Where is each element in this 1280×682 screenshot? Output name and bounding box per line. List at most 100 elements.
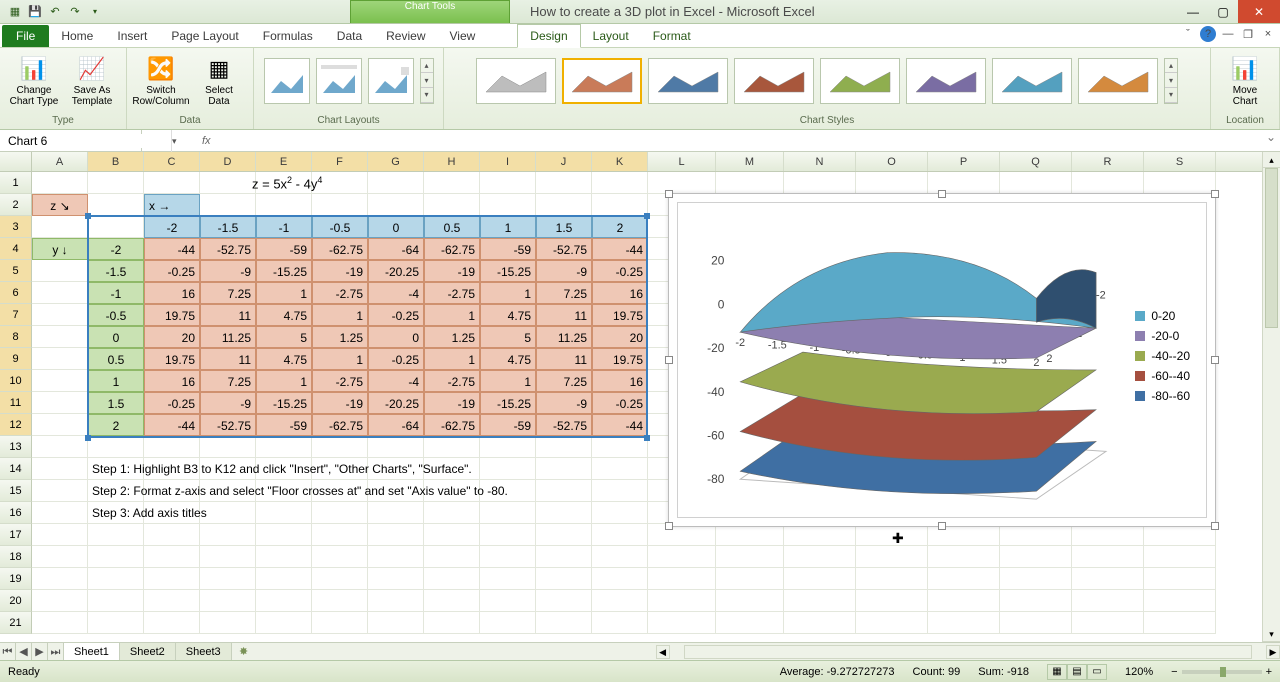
cell[interactable]: 2 bbox=[592, 216, 648, 238]
cell[interactable] bbox=[256, 612, 312, 634]
cell[interactable] bbox=[144, 612, 200, 634]
legend-item[interactable]: -20-0 bbox=[1135, 329, 1190, 343]
scroll-up-icon[interactable]: ▴ bbox=[1263, 152, 1280, 168]
cell[interactable] bbox=[368, 436, 424, 458]
tab-design[interactable]: Design bbox=[517, 24, 580, 48]
cell[interactable] bbox=[784, 524, 856, 546]
cell[interactable] bbox=[592, 172, 648, 194]
cell[interactable] bbox=[424, 502, 480, 524]
column-header[interactable]: G bbox=[368, 152, 424, 171]
cell[interactable]: 0 bbox=[88, 326, 144, 348]
cell[interactable]: -0.25 bbox=[592, 392, 648, 414]
cell[interactable]: -62.75 bbox=[312, 414, 368, 436]
workbook-restore-icon[interactable]: ❐ bbox=[1240, 26, 1256, 42]
cell[interactable]: -52.75 bbox=[200, 238, 256, 260]
cell[interactable] bbox=[536, 612, 592, 634]
cell[interactable] bbox=[1072, 590, 1144, 612]
cell[interactable]: 1 bbox=[256, 370, 312, 392]
cell[interactable]: 7.25 bbox=[200, 370, 256, 392]
cell[interactable] bbox=[88, 524, 144, 546]
cell[interactable] bbox=[1000, 590, 1072, 612]
cell[interactable] bbox=[480, 502, 536, 524]
select-all-corner[interactable] bbox=[0, 152, 32, 171]
cell[interactable]: -19 bbox=[424, 260, 480, 282]
cell[interactable] bbox=[32, 590, 88, 612]
chart-style-thumb[interactable] bbox=[906, 58, 986, 104]
cell[interactable]: 1 bbox=[424, 304, 480, 326]
cell[interactable]: 7.25 bbox=[536, 370, 592, 392]
cell[interactable] bbox=[1072, 612, 1144, 634]
cell[interactable] bbox=[88, 546, 144, 568]
cell[interactable] bbox=[592, 612, 648, 634]
column-header[interactable]: F bbox=[312, 152, 368, 171]
redo-icon[interactable]: ↷ bbox=[66, 3, 84, 21]
cell[interactable] bbox=[256, 524, 312, 546]
scroll-thumb[interactable] bbox=[1265, 168, 1278, 328]
cell[interactable]: -62.75 bbox=[424, 414, 480, 436]
cell[interactable] bbox=[424, 546, 480, 568]
cell[interactable] bbox=[200, 568, 256, 590]
cell[interactable] bbox=[32, 370, 88, 392]
cell[interactable] bbox=[32, 568, 88, 590]
row-header[interactable]: 14 bbox=[0, 458, 32, 480]
cell[interactable] bbox=[648, 172, 716, 194]
cell[interactable]: -62.75 bbox=[424, 238, 480, 260]
cell[interactable] bbox=[536, 436, 592, 458]
cell[interactable]: -2.75 bbox=[424, 370, 480, 392]
selection-handle[interactable] bbox=[85, 213, 91, 219]
cell[interactable]: 1 bbox=[88, 370, 144, 392]
cell[interactable] bbox=[592, 194, 648, 216]
cell[interactable]: -59 bbox=[480, 414, 536, 436]
cell[interactable]: 0 bbox=[368, 216, 424, 238]
qat-customize-icon[interactable]: ▾ bbox=[86, 3, 104, 21]
cell[interactable] bbox=[536, 546, 592, 568]
cell[interactable]: -0.5 bbox=[312, 216, 368, 238]
chart-layout-2[interactable] bbox=[316, 58, 362, 104]
cell[interactable] bbox=[256, 502, 312, 524]
cell[interactable] bbox=[716, 546, 784, 568]
column-header[interactable]: J bbox=[536, 152, 592, 171]
cell[interactable] bbox=[648, 524, 716, 546]
cell[interactable] bbox=[368, 502, 424, 524]
cell[interactable] bbox=[88, 568, 144, 590]
cell[interactable] bbox=[592, 502, 648, 524]
cell[interactable]: -1.5 bbox=[88, 260, 144, 282]
cell[interactable] bbox=[856, 612, 928, 634]
vertical-scrollbar[interactable]: ▴ ▾ bbox=[1262, 152, 1280, 642]
chart-style-thumb[interactable] bbox=[648, 58, 728, 104]
cell[interactable] bbox=[648, 568, 716, 590]
selection-handle[interactable] bbox=[85, 435, 91, 441]
horizontal-scrollbar[interactable]: ◀ ▶ bbox=[256, 643, 1280, 660]
cell[interactable]: -1 bbox=[256, 216, 312, 238]
cell[interactable]: 1 bbox=[312, 348, 368, 370]
chart-style-thumb[interactable] bbox=[820, 58, 900, 104]
cell[interactable]: -9 bbox=[536, 392, 592, 414]
cell[interactable] bbox=[368, 612, 424, 634]
cell[interactable]: -20.25 bbox=[368, 260, 424, 282]
tab-page-layout[interactable]: Page Layout bbox=[159, 25, 250, 47]
cell[interactable] bbox=[32, 414, 88, 436]
chart-resize-handle[interactable] bbox=[665, 356, 673, 364]
cell[interactable] bbox=[716, 172, 784, 194]
cell[interactable] bbox=[32, 612, 88, 634]
row-header[interactable]: 16 bbox=[0, 502, 32, 524]
row-header[interactable]: 13 bbox=[0, 436, 32, 458]
cell[interactable]: 1.5 bbox=[536, 216, 592, 238]
sheet-nav-last-icon[interactable]: ⏭ bbox=[48, 643, 64, 660]
cell[interactable]: -19 bbox=[312, 260, 368, 282]
cell[interactable]: -9 bbox=[200, 260, 256, 282]
row-header[interactable]: 10 bbox=[0, 370, 32, 392]
column-header[interactable]: A bbox=[32, 152, 88, 171]
maximize-button[interactable]: ▢ bbox=[1208, 0, 1238, 23]
cell[interactable]: -52.75 bbox=[536, 414, 592, 436]
cell[interactable] bbox=[144, 524, 200, 546]
cell[interactable] bbox=[32, 326, 88, 348]
cell[interactable]: 4.75 bbox=[256, 348, 312, 370]
cell[interactable] bbox=[424, 568, 480, 590]
cell[interactable] bbox=[256, 436, 312, 458]
cell[interactable]: -64 bbox=[368, 238, 424, 260]
column-header[interactable]: Q bbox=[1000, 152, 1072, 171]
cell[interactable] bbox=[1144, 568, 1216, 590]
cell[interactable] bbox=[856, 546, 928, 568]
cell[interactable] bbox=[424, 524, 480, 546]
